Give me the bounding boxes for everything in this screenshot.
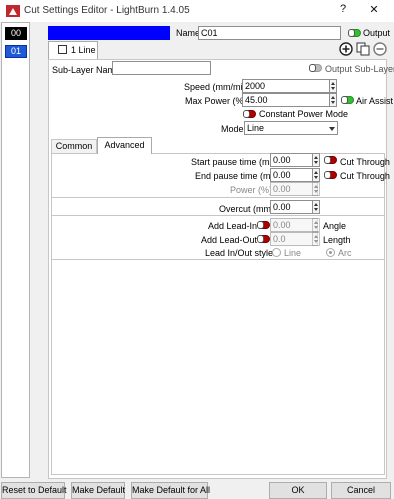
start-cut-through-toggle[interactable] [324, 156, 337, 164]
sublayer-name-label: Sub-Layer Name [52, 65, 121, 75]
lead-style-label: Lead In/Out style [205, 248, 274, 258]
speed-label: Speed (mm/min) [184, 82, 251, 92]
start-pause-label: Start pause time (ms) [191, 157, 278, 167]
start-pause-input[interactable]: 0.00 [270, 153, 318, 167]
end-pause-spinner[interactable] [312, 168, 320, 182]
air-assist-label: Air Assist [356, 96, 394, 106]
copy-icon[interactable] [356, 42, 370, 56]
close-icon[interactable]: ✕ [366, 3, 382, 19]
power-spinner[interactable] [312, 182, 320, 196]
constant-power-label: Constant Power Mode [259, 109, 349, 119]
tab-advanced[interactable]: Advanced [97, 137, 152, 154]
end-cut-through-label: Cut Through [340, 171, 390, 181]
lead-style-line-label: Line [284, 248, 302, 258]
overcut-spinner[interactable] [312, 200, 320, 214]
max-power-label: Max Power (%) [185, 96, 247, 106]
air-assist-toggle[interactable] [341, 96, 354, 104]
end-pause-input[interactable]: 0.00 [270, 168, 318, 182]
mode-select[interactable]: Line [244, 121, 338, 135]
lead-in-toggle[interactable] [257, 221, 270, 229]
help-button[interactable]: ? [336, 3, 350, 19]
lead-out-toggle[interactable] [257, 235, 270, 243]
window-title: Cut Settings Editor - LightBurn 1.4.05 [24, 5, 190, 16]
sublayer-name-input[interactable] [112, 61, 211, 75]
divider [51, 215, 385, 216]
name-input[interactable]: C01 [198, 26, 341, 40]
lead-in-input[interactable]: 0.00 [270, 218, 318, 232]
layer-item-01[interactable]: 01 [5, 45, 27, 58]
advanced-panel [51, 153, 385, 475]
constant-power-toggle[interactable] [243, 110, 256, 118]
power-input[interactable]: 0.00 [270, 182, 318, 196]
output-sublayer-toggle[interactable] [309, 64, 322, 72]
start-cut-through-label: Cut Through [340, 157, 390, 167]
cancel-button[interactable]: Cancel [331, 482, 391, 499]
end-pause-label: End pause time (ms) [195, 171, 279, 181]
remove-circle-icon[interactable] [373, 42, 387, 56]
start-pause-spinner[interactable] [312, 153, 320, 167]
tab-common[interactable]: Common [51, 139, 97, 154]
mode-label: Mode [221, 124, 244, 134]
make-default-button[interactable]: Make Default [71, 482, 125, 499]
overcut-input[interactable]: 0.00 [270, 200, 318, 214]
lightburn-app-icon [6, 5, 20, 17]
lead-in-spinner[interactable] [312, 218, 320, 232]
lead-in-label: Add Lead-In [208, 221, 258, 231]
output-toggle[interactable] [348, 29, 361, 37]
add-circle-icon[interactable] [339, 42, 353, 56]
speed-input[interactable]: 2000 [242, 79, 330, 93]
layer-list: 00 01 [1, 22, 30, 478]
overcut-label: Overcut (mm) [219, 204, 274, 214]
lead-out-label: Add Lead-Out [201, 235, 258, 245]
layer-color-swatch[interactable] [48, 26, 170, 40]
make-default-for-all-button[interactable]: Make Default for All [131, 482, 210, 499]
end-cut-through-toggle[interactable] [324, 171, 337, 179]
chevron-down-icon [329, 127, 335, 131]
speed-spinner[interactable] [329, 79, 337, 93]
angle-label: Angle [323, 221, 347, 231]
layer-item-00[interactable]: 00 [5, 27, 27, 40]
power-label: Power (%) [230, 185, 273, 195]
reset-to-default-button[interactable]: Reset to Default [1, 482, 67, 499]
lead-style-arc-label: Arc [338, 248, 352, 258]
name-label: Name [176, 28, 201, 38]
max-power-input[interactable]: 45.00 [242, 93, 330, 107]
ok-button[interactable]: OK [269, 482, 327, 499]
sublayer-tab-label: 1 Line [71, 45, 96, 55]
divider [51, 197, 385, 198]
divider [51, 259, 385, 260]
output-sublayer-label: Output Sub-Layer [325, 64, 394, 74]
lead-style-line-radio[interactable] [272, 248, 281, 257]
output-label: Output [363, 28, 391, 38]
lead-out-spinner[interactable] [312, 232, 320, 246]
sublayer-enable-checkbox[interactable] [58, 45, 67, 54]
lead-out-input[interactable]: 0.0 [270, 232, 318, 246]
lead-style-arc-radio[interactable] [326, 248, 335, 257]
max-power-spinner[interactable] [329, 93, 337, 107]
length-label: Length [323, 235, 351, 245]
